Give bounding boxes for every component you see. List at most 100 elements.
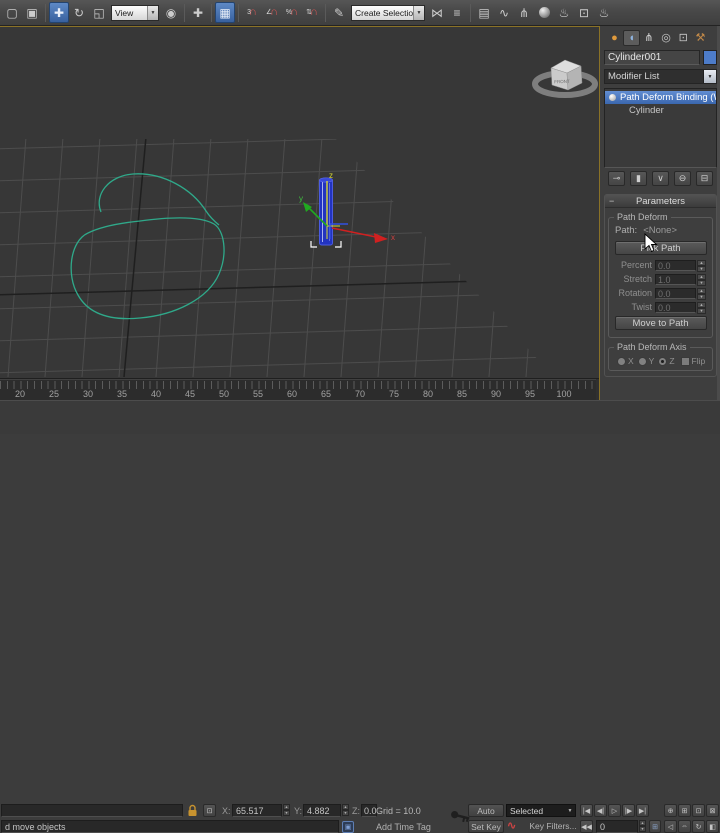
stretch-field[interactable]: 1.0 [655,273,696,285]
axis-z-radio[interactable] [658,356,668,366]
frame-spinner[interactable]: ▲ ▼ [639,820,646,832]
tab-hierarchy[interactable]: ⋔ [640,30,657,46]
axis-y-radio[interactable] [637,356,647,366]
collapse-icon[interactable]: − [609,196,614,206]
snaps-toggle-3d[interactable]: 3 ∩ [242,2,262,23]
lightbulb-icon[interactable] [609,94,616,101]
layer-manager[interactable]: ▤ [474,2,494,23]
schematic-view[interactable]: ⋔ [514,2,534,23]
object-name-field[interactable]: Cylinder001 [604,50,700,65]
x-coord-spinner[interactable]: ▲ ▼ [283,804,290,816]
chevron-down-icon[interactable]: ▼ [703,70,716,83]
reference-coordinate-system[interactable]: View ▼ [111,4,159,21]
configure-modifier-sets[interactable]: ⊟ [696,171,713,186]
mirror[interactable]: ⋈ [427,2,447,23]
current-frame-field[interactable]: 0 [596,820,638,833]
angle-snap-toggle[interactable]: ∠ ∩ [262,2,282,23]
chevron-down-icon[interactable]: ▼ [413,5,424,20]
remove-modifier[interactable]: ⊖ [674,171,691,186]
orbit-view[interactable]: ↻ [692,820,705,833]
set-key-button[interactable]: Set Key [468,820,504,833]
add-time-tag[interactable]: Add Time Tag [372,820,460,833]
selection-lock-icon[interactable] [186,804,199,817]
align[interactable]: ≡ [447,2,467,23]
maxscript-mini-listener[interactable] [1,804,183,817]
next-frame[interactable]: |▶ [622,804,635,817]
tab-utilities[interactable]: ⚒ [692,30,709,46]
go-to-end[interactable]: ▶| [636,804,649,817]
modifier-stack-selected-row[interactable]: Path Deform Binding (WS [605,91,716,104]
selection-set-dropdown[interactable]: Selected ▼ [506,804,576,817]
twist-spinner[interactable]: ▲ ▼ [697,301,706,314]
absolute-mode-transform-icon[interactable]: ⊡ [203,804,216,817]
show-end-result[interactable]: ▮ [630,171,647,186]
zoom-region[interactable]: ◁ [664,820,677,833]
previous-frame[interactable]: ◀| [594,804,607,817]
move-gizmo[interactable]: z y x [299,171,395,243]
default-tangent-icon[interactable]: ∿ [507,819,516,832]
render-setup[interactable]: ♨ [554,2,574,23]
zoom-extents-all[interactable]: ⊠ [706,804,719,817]
named-selection-sets[interactable]: Create Selection Se▼ [351,4,425,21]
spline-shape[interactable] [70,173,225,320]
y-coord-spinner[interactable]: ▲ ▼ [342,804,349,816]
object-color-swatch[interactable] [703,50,717,65]
y-coord-field[interactable]: 4.882 [303,804,341,817]
time-configuration-button[interactable]: ⊞ [649,820,661,833]
make-unique[interactable]: ∨ [652,171,669,186]
rectangular-selection-region[interactable]: ▢ [2,2,22,23]
modifier-list-dropdown[interactable]: Modifier List ▼ [604,69,717,84]
move-to-path-button[interactable]: Move to Path [614,316,707,330]
twist-field[interactable]: 0.0 [655,301,696,313]
pan-view[interactable]: ⇔ [678,820,691,833]
chevron-down-icon[interactable]: ▼ [565,808,575,814]
zoom-all[interactable]: ⊞ [678,804,691,817]
keyboard-shortcut-override-toggle[interactable]: ▦ [215,2,235,23]
material-editor[interactable] [534,2,554,23]
tab-display[interactable]: ⊡ [675,30,692,46]
percent-snap-toggle[interactable]: % ∩ [282,2,302,23]
key-mode-toggle[interactable]: ◀◀ [580,820,593,833]
track-bar[interactable]: 20 25 30 35 40 45 50 55 60 65 70 75 80 85 90 95 100 [0,378,599,401]
perspective-viewport[interactable]: z y x FRONT [0,26,599,378]
play-animation[interactable]: ▷ [608,804,621,817]
auto-key-button[interactable]: Auto Key [468,804,504,828]
select-and-move[interactable]: ✚ [49,2,69,23]
key-filters-button[interactable]: Key Filters... [527,820,579,833]
zoom-extents[interactable]: ⊡ [692,804,705,817]
status-panel-icon[interactable]: ▣ [342,821,354,833]
modifier-stack-row[interactable]: Cylinder [605,104,716,117]
pin-stack[interactable]: ⊸ [608,171,625,186]
x-coord-field[interactable]: 65.517 [232,804,282,817]
window-crossing-toggle[interactable]: ▣ [22,2,42,23]
render-production[interactable]: ♨ [594,2,614,23]
tab-create[interactable]: ● [606,30,623,46]
chevron-down-icon[interactable]: ▼ [147,5,158,20]
go-to-start[interactable]: |◀ [580,804,593,817]
stretch-spinner[interactable]: ▲ ▼ [697,273,706,286]
rotation-field[interactable]: 0.0 [655,287,696,299]
zoom[interactable]: ⊕ [664,804,677,817]
modifier-stack[interactable]: Path Deform Binding (WS Cylinder [604,88,717,168]
use-pivot-point-center[interactable]: ◉ [161,2,181,23]
flip-checkbox[interactable] [680,356,690,366]
rendered-frame-window[interactable]: ⊡ [574,2,594,23]
maximize-viewport-toggle[interactable]: ◧ [706,820,719,833]
cylinder-object[interactable] [310,177,342,248]
percent-field[interactable]: 0.0 [655,259,696,271]
tab-motion[interactable]: ◎ [658,30,675,46]
parameters-rollout-header[interactable]: − Parameters [605,195,716,208]
select-and-scale[interactable]: ◱ [89,2,109,23]
pick-path-button[interactable]: Pick Path [614,241,707,255]
rotation-spinner[interactable]: ▲ ▼ [697,287,706,300]
viewcube[interactable]: FRONT [532,59,598,98]
curve-editor[interactable]: ∿ [494,2,514,23]
axis-x-radio[interactable] [617,356,626,366]
time-ruler[interactable]: 20 25 30 35 40 45 50 55 60 65 70 75 80 85 90 95 100 [0,379,596,401]
spinner-snap-toggle[interactable]: ⇅ ∩ [302,2,322,23]
tab-modify[interactable]: ◖ [623,29,641,46]
edit-named-selection-sets[interactable]: ✎ [329,2,349,23]
select-and-manipulate[interactable]: ✚ [188,2,208,23]
percent-spinner[interactable]: ▲ ▼ [697,259,706,272]
select-and-rotate[interactable]: ↻ [69,2,89,23]
